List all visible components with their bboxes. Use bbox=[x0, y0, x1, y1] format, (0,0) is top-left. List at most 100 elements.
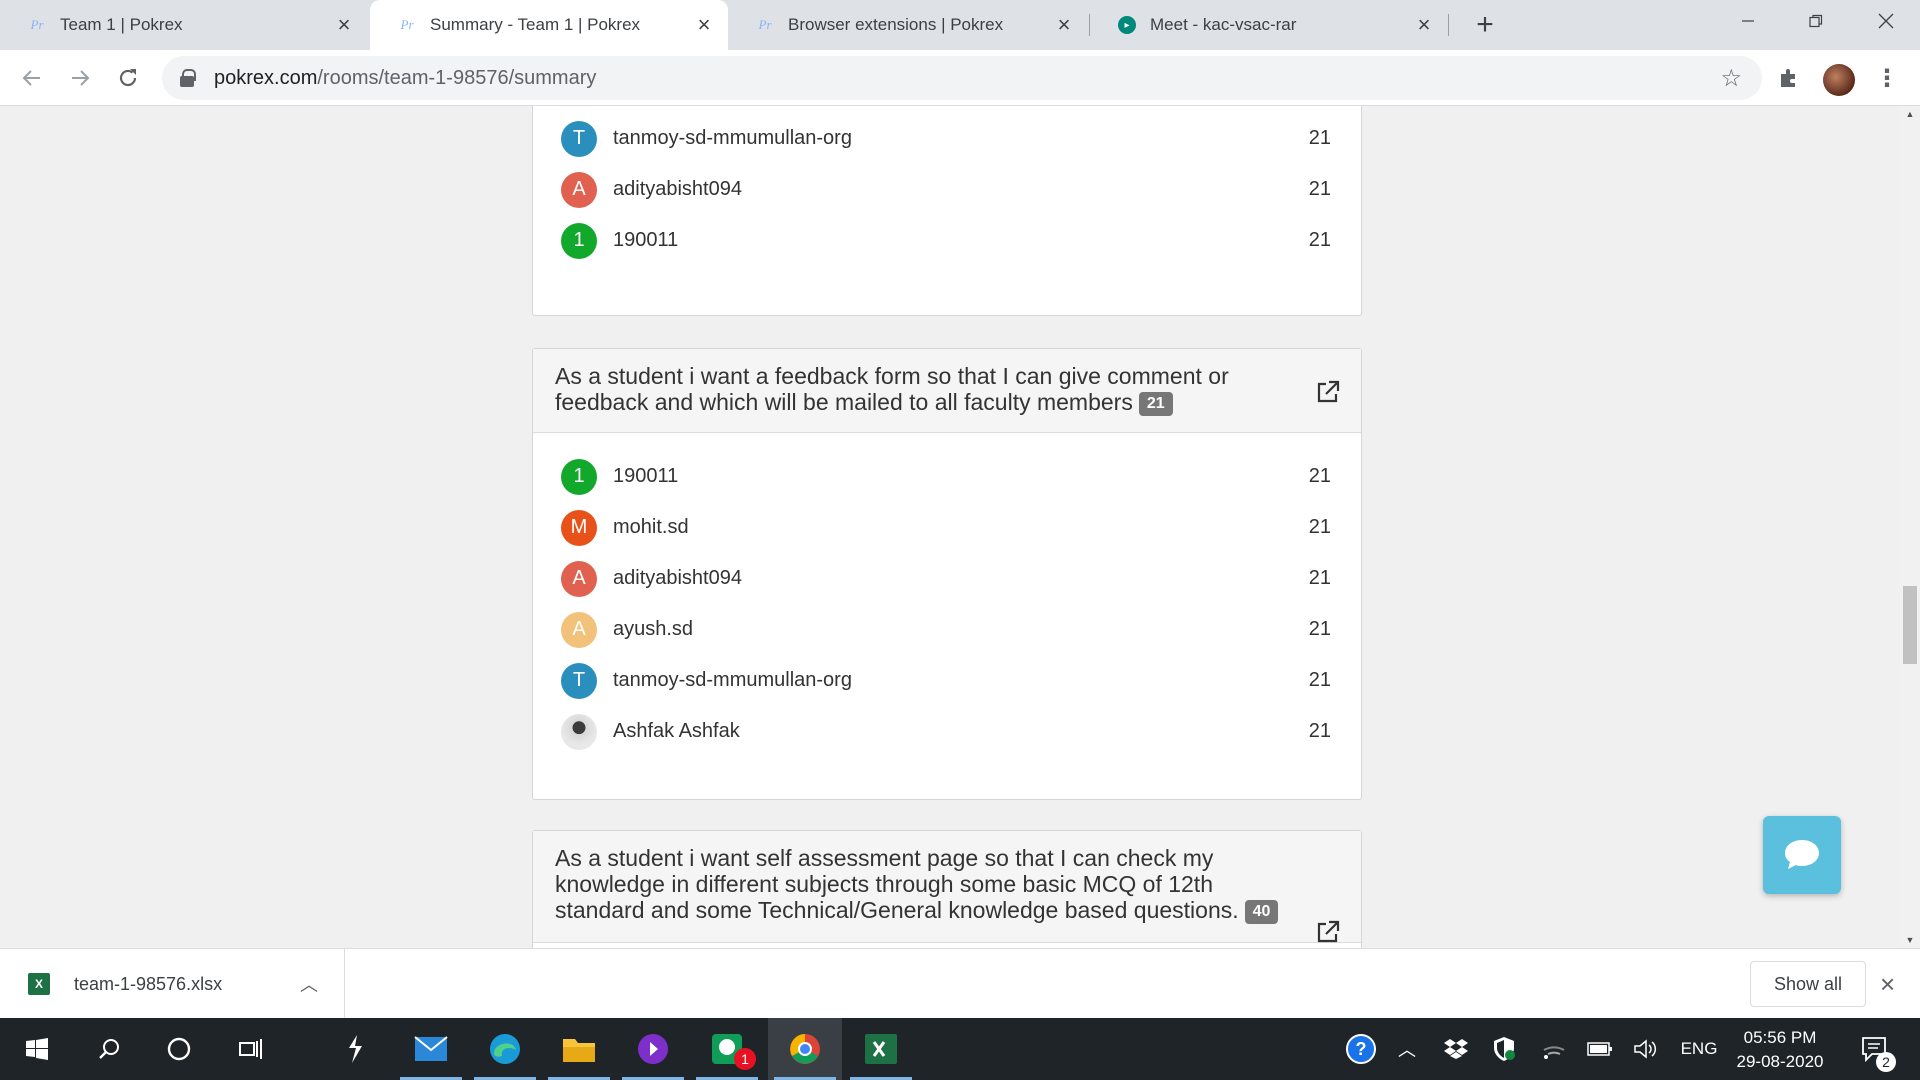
svg-text:?: ? bbox=[1356, 1039, 1367, 1059]
chat-button[interactable] bbox=[1763, 816, 1841, 894]
new-tab-button[interactable]: + bbox=[1468, 8, 1502, 42]
chevron-up-icon[interactable]: ︿ bbox=[294, 971, 324, 997]
participant-name: 190011 bbox=[613, 465, 679, 487]
participant-name: adityabisht094 bbox=[613, 567, 742, 589]
download-bar: X team-1-98576.xlsx ︿ Show all × bbox=[0, 948, 1920, 1019]
close-icon[interactable]: × bbox=[694, 12, 714, 37]
pokrex-favicon-icon: Pr bbox=[758, 17, 772, 32]
app-lightning-icon[interactable] bbox=[318, 1018, 392, 1080]
close-icon[interactable]: × bbox=[1880, 969, 1895, 1000]
tab-team-1[interactable]: Pr Team 1 | Pokrex × bbox=[0, 0, 368, 50]
help-icon[interactable]: ? bbox=[1338, 1018, 1384, 1080]
avatar: A bbox=[561, 560, 597, 597]
chat-bubble-icon bbox=[1785, 840, 1819, 869]
url-host: pokrex.com bbox=[214, 66, 318, 89]
tab-strip: Pr Team 1 | Pokrex × Pr Summary - Team 1… bbox=[0, 0, 1920, 50]
scroll-up-arrow-icon[interactable]: ▲ bbox=[1900, 106, 1920, 122]
task-view-icon[interactable] bbox=[214, 1018, 288, 1080]
participant-name: Ashfak Ashfak bbox=[613, 720, 740, 742]
file-explorer-icon[interactable] bbox=[542, 1018, 616, 1080]
avatar: T bbox=[561, 120, 597, 157]
list-item: 1 190011 21 bbox=[561, 451, 1331, 502]
avatar: T bbox=[561, 662, 597, 699]
page-scrollbar[interactable]: ▲ ▼ bbox=[1900, 106, 1920, 948]
avatar: A bbox=[561, 171, 597, 208]
list-item: A adityabisht094 21 bbox=[561, 553, 1331, 604]
list-item bbox=[561, 106, 1331, 113]
language-indicator[interactable]: ENG bbox=[1672, 1018, 1726, 1080]
list-item: 1 190011 21 bbox=[561, 215, 1331, 266]
excel-icon[interactable] bbox=[844, 1018, 918, 1080]
tab-title: Team 1 | Pokrex bbox=[60, 15, 183, 34]
mail-icon[interactable] bbox=[394, 1018, 468, 1080]
action-center-icon[interactable]: 2 bbox=[1852, 1018, 1898, 1080]
pokrex-favicon-icon: Pr bbox=[30, 17, 44, 32]
more-menu-icon[interactable]: ⋮ bbox=[1875, 64, 1899, 92]
address-bar[interactable]: pokrex.com/rooms/team-1-98576/summary ☆ bbox=[162, 56, 1762, 100]
dropbox-icon[interactable] bbox=[1436, 1018, 1476, 1080]
participant-score: 21 bbox=[1308, 178, 1331, 200]
scroll-down-arrow-icon[interactable]: ▼ bbox=[1900, 932, 1920, 948]
participant-score: 21 bbox=[1308, 567, 1331, 589]
participant-list: 1 190011 21 M mohit.sd 21 A adityabisht0… bbox=[533, 433, 1361, 757]
forward-button[interactable] bbox=[62, 60, 98, 96]
avatar: M bbox=[561, 509, 597, 546]
show-all-button[interactable]: Show all bbox=[1750, 961, 1866, 1007]
page-content: T tanmoy-sd-mmumullan-org 21 A adityabis… bbox=[0, 106, 1900, 948]
tab-browser-extensions[interactable]: Pr Browser extensions | Pokrex × bbox=[728, 0, 1088, 50]
download-filename: team-1-98576.xlsx bbox=[74, 973, 223, 994]
tab-meet[interactable]: ▸ Meet - kac-vsac-rar × bbox=[1090, 0, 1448, 50]
avatar bbox=[561, 713, 597, 750]
extensions-puzzle-icon[interactable] bbox=[1775, 64, 1803, 92]
bookmark-star-icon[interactable]: ☆ bbox=[1720, 64, 1742, 93]
clock-date: 29-08-2020 bbox=[1736, 1052, 1824, 1071]
close-icon[interactable]: × bbox=[1054, 12, 1074, 37]
back-button[interactable] bbox=[14, 60, 50, 96]
edge-browser-icon[interactable] bbox=[468, 1018, 542, 1080]
story-title-text: As a student i want self assessment page… bbox=[555, 845, 1239, 923]
avatar: 1 bbox=[561, 458, 597, 495]
participant-name: tanmoy-sd-mmumullan-org bbox=[613, 669, 852, 691]
wifi-icon[interactable] bbox=[1534, 1018, 1574, 1080]
close-icon[interactable]: × bbox=[1414, 12, 1434, 37]
tab-title: Summary - Team 1 | Pokrex bbox=[430, 15, 641, 34]
excel-file-icon: X bbox=[28, 973, 50, 995]
hangouts-app-icon[interactable]: 1 bbox=[690, 1018, 764, 1080]
story-title-text: As a student i want a feedback form so t… bbox=[555, 363, 1229, 415]
story-card: T tanmoy-sd-mmumullan-org 21 A adityabis… bbox=[532, 106, 1362, 316]
tab-separator bbox=[1448, 14, 1449, 36]
participant-name: mohit.sd bbox=[613, 516, 689, 538]
profile-avatar[interactable] bbox=[1823, 64, 1855, 96]
story-card: As a student i want self assessment page… bbox=[532, 830, 1362, 948]
search-icon[interactable] bbox=[72, 1018, 146, 1080]
participant-name: tanmoy-sd-mmumullan-org bbox=[613, 127, 852, 149]
security-shield-icon[interactable] bbox=[1484, 1018, 1524, 1080]
restore-button[interactable] bbox=[1782, 0, 1850, 42]
list-item: A ayush.sd 21 bbox=[561, 604, 1331, 655]
start-windows-icon[interactable] bbox=[0, 1018, 74, 1080]
tab-title: Meet - kac-vsac-rar bbox=[1150, 15, 1297, 34]
reload-button[interactable] bbox=[110, 60, 146, 96]
chrome-icon[interactable] bbox=[768, 1018, 842, 1080]
close-window-button[interactable] bbox=[1852, 0, 1920, 42]
podcast-app-icon[interactable] bbox=[616, 1018, 690, 1080]
list-item: M mohit.sd 21 bbox=[561, 502, 1331, 553]
tab-summary[interactable]: Pr Summary - Team 1 | Pokrex × bbox=[370, 0, 728, 50]
scroll-thumb[interactable] bbox=[1903, 586, 1917, 664]
story-title: As a student i want a feedback form so t… bbox=[533, 349, 1361, 433]
chevron-up-icon[interactable]: ︿ bbox=[1390, 1018, 1424, 1080]
cortana-icon[interactable] bbox=[142, 1018, 216, 1080]
participant-score: 21 bbox=[1308, 229, 1331, 251]
lock-icon[interactable] bbox=[180, 69, 196, 87]
vote-count-badge: 21 bbox=[1138, 391, 1173, 416]
system-clock[interactable]: 05:56 PM 29-08-2020 bbox=[1725, 1026, 1835, 1074]
download-item[interactable]: X team-1-98576.xlsx ︿ bbox=[0, 949, 345, 1019]
volume-icon[interactable] bbox=[1626, 1018, 1666, 1080]
external-link-icon[interactable] bbox=[1315, 379, 1341, 405]
battery-icon[interactable] bbox=[1580, 1018, 1620, 1080]
minimize-button[interactable] bbox=[1714, 0, 1782, 42]
close-icon[interactable]: × bbox=[334, 12, 354, 37]
pokrex-favicon-icon: Pr bbox=[400, 17, 414, 32]
external-link-icon[interactable] bbox=[1315, 919, 1341, 945]
avatar: A bbox=[561, 611, 597, 648]
